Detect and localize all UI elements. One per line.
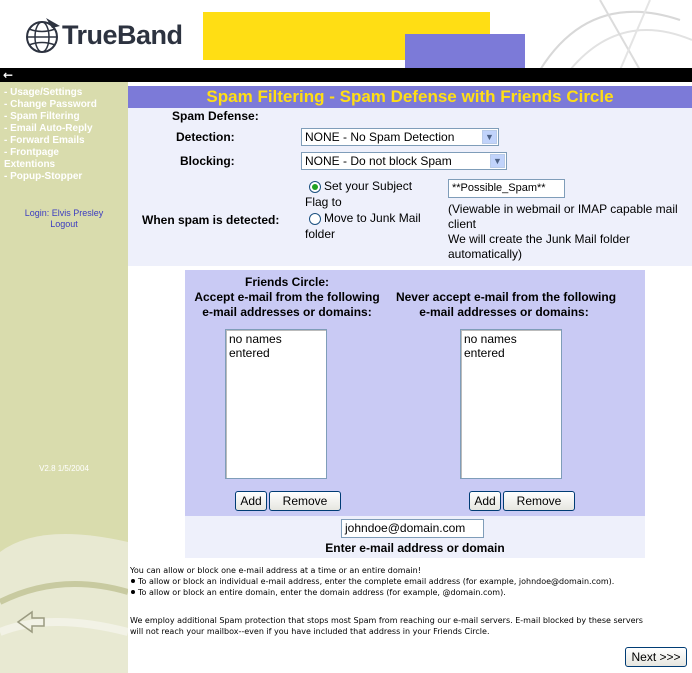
globe-logo-icon (26, 18, 60, 53)
detection-select-value: NONE - No Spam Detection (305, 130, 455, 144)
block-panel-heading: Never accept e-mail from the following e… (396, 290, 616, 320)
note-line1: We employ additional Spam protection tha… (130, 616, 643, 625)
spam-settings-section: Spam Defense: Detection: NONE - No Spam … (128, 108, 692, 266)
main-content: Spam Filtering - Spam Defense with Frien… (128, 82, 692, 673)
next-button[interactable]: Next >>> (625, 647, 687, 667)
friends-heading-line2: Accept e-mail from the following (194, 290, 380, 304)
sidebar: - Usage/Settings - Change Password - Spa… (0, 82, 128, 673)
sidebar-nav: - Usage/Settings - Change Password - Spa… (0, 87, 128, 183)
block-list[interactable]: no names entered (460, 329, 562, 479)
block-remove-button[interactable]: Remove (503, 491, 575, 511)
sidebar-decoration (0, 512, 128, 673)
option-subject-line2: Flag to (305, 195, 342, 209)
header-black-bar (0, 68, 692, 82)
spam-defense-label: Spam Defense: (172, 109, 259, 123)
version-label: V2.8 1/5/2004 (39, 464, 89, 473)
when-detected-label: When spam is detected: (142, 213, 280, 227)
chevron-down-icon[interactable]: ▼ (490, 154, 505, 168)
help-text: You can allow or block one e-mail addres… (130, 565, 692, 598)
entry-area: johndoe@domain.com Enter e-mail address … (185, 516, 645, 558)
blocking-select[interactable]: NONE - Do not block Spam ▼ (301, 152, 507, 170)
friends-list[interactable]: no names entered (225, 329, 327, 479)
lists-area: Friends Circle: Accept e-mail from the f… (185, 270, 645, 516)
spam-note: We employ additional Spam protection tha… (130, 615, 692, 637)
help-intro: You can allow or block one e-mail addres… (130, 566, 421, 575)
header: TrueBand (0, 0, 692, 70)
junk-folder-radio[interactable] (309, 213, 321, 225)
header-periwinkle-block (405, 34, 525, 70)
info-line1: (Viewable in webmail or IMAP capable mai… (448, 202, 678, 216)
email-domain-value: johndoe@domain.com (345, 521, 466, 535)
subject-flag-value: **Possible_Spam** (452, 182, 546, 194)
friends-remove-button[interactable]: Remove (269, 491, 341, 511)
logout-link[interactable]: Logout (0, 219, 128, 229)
logo-text: TrueBand (62, 20, 183, 50)
sidebar-item-popup-stopper[interactable]: - Popup-Stopper (0, 171, 128, 183)
login-info: Login: Elvis Presley Logout (0, 208, 128, 229)
sidebar-item-usage-settings[interactable]: - Usage/Settings (0, 87, 128, 99)
block-heading-line1: Never accept e-mail from the following (395, 290, 617, 304)
subject-flag-radio[interactable] (309, 181, 321, 193)
page-title: Spam Filtering - Spam Defense with Frien… (206, 87, 614, 106)
block-heading-line2: e-mail addresses or domains: (419, 305, 589, 319)
help-bullet-2: To allow or block an entire domain, ente… (130, 587, 692, 598)
email-domain-input[interactable]: johndoe@domain.com (341, 519, 484, 538)
list-item: no names entered (464, 332, 517, 360)
sidebar-item-frontpage[interactable]: - Frontpage (0, 147, 128, 159)
chevron-down-icon[interactable]: ▼ (482, 130, 497, 144)
friends-add-button[interactable]: Add (235, 491, 267, 511)
login-name: Login: Elvis Presley (24, 208, 104, 218)
block-add-button[interactable]: Add (469, 491, 501, 511)
blocking-select-value: NONE - Do not block Spam (305, 154, 452, 168)
info-line2: client (448, 217, 477, 231)
note-line2: will not reach your mailbox--even if you… (130, 627, 490, 636)
info-line3: We will create the Junk Mail folder (448, 232, 630, 246)
friends-heading-line1: Friends Circle: (244, 275, 330, 289)
detection-select[interactable]: NONE - No Spam Detection ▼ (301, 128, 499, 146)
info-line4: automatically) (448, 247, 523, 261)
sidebar-item-email-auto-reply[interactable]: - Email Auto-Reply (0, 123, 128, 135)
blocking-label: Blocking: (180, 154, 235, 168)
help-bullet-1: To allow or block an individual e-mail a… (130, 576, 692, 587)
friends-panel-heading: Friends Circle: Accept e-mail from the f… (186, 275, 388, 320)
sidebar-item-change-password[interactable]: - Change Password (0, 99, 128, 111)
header-decoration (539, 0, 692, 70)
sidebar-item-frontpage-extentions[interactable]: Extentions (0, 159, 128, 171)
block-list-panel: Never accept e-mail from the following e… (396, 270, 616, 516)
option-subject-line1: Set your Subject (324, 179, 413, 193)
sidebar-item-spam-filtering[interactable]: - Spam Filtering (0, 111, 128, 123)
trueband-logo[interactable]: TrueBand (22, 16, 192, 56)
list-item: no names entered (229, 332, 282, 360)
back-arrow-icon[interactable]: ← (3, 68, 13, 82)
subject-flag-input[interactable]: **Possible_Spam** (448, 179, 565, 198)
friends-heading-line3: e-mail addresses or domains: (202, 305, 372, 319)
sidebar-item-forward-emails[interactable]: - Forward Emails (0, 135, 128, 147)
option-junk-line2: folder (305, 227, 336, 241)
friends-circle-panel: Friends Circle: Accept e-mail from the f… (185, 270, 389, 516)
detection-label: Detection: (176, 130, 235, 144)
title-bar: Spam Filtering - Spam Defense with Frien… (128, 86, 692, 108)
email-domain-label: Enter e-mail address or domain (325, 541, 505, 555)
option-junk-line1: Move to Junk Mail (324, 211, 421, 225)
